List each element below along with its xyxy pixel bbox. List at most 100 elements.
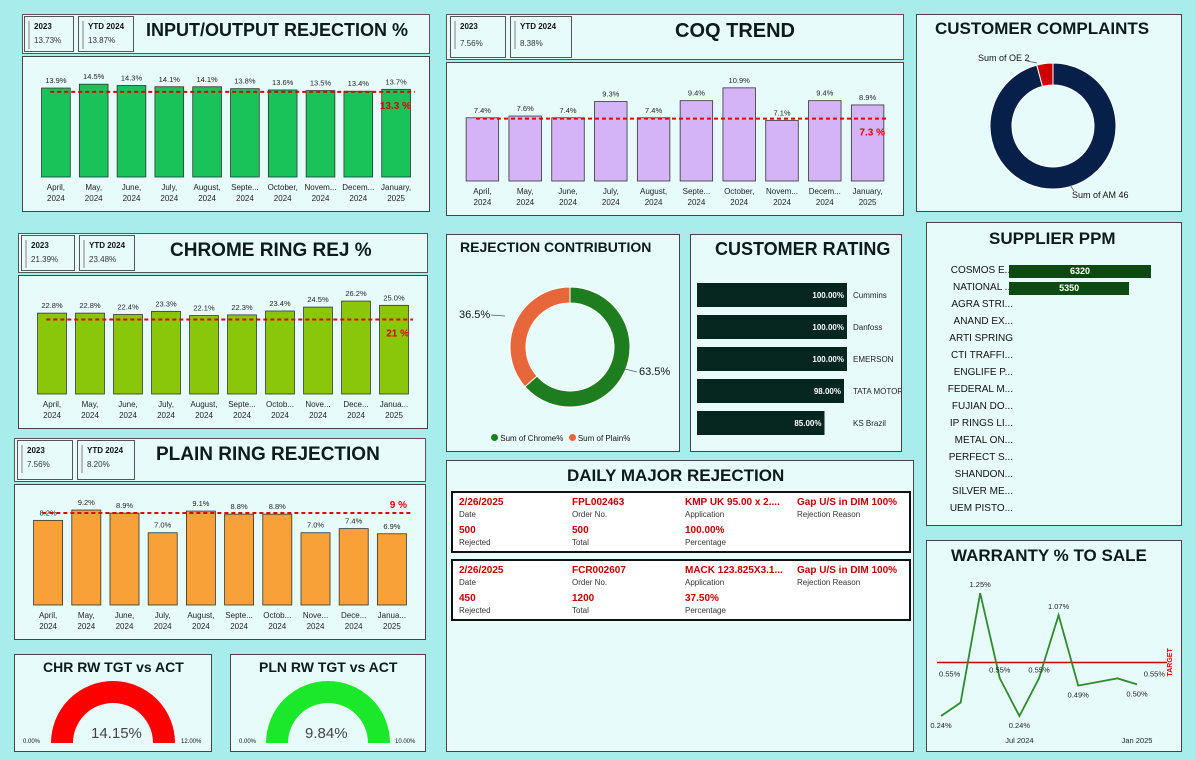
tick-label-8: Dece...	[343, 400, 368, 409]
tick-label-4: August,	[640, 187, 667, 196]
rejection-contribution-title: REJECTION CONTRIBUTION	[460, 239, 652, 255]
pln-gauge-panel: PLN RW TGT vs ACT 9.84% 0.00% 10.00%	[230, 654, 426, 752]
row-rejected: 500	[459, 525, 476, 536]
caption-reason: Rejection Reason	[797, 578, 861, 587]
chrome-title: CHROME RING REJ %	[170, 240, 372, 261]
tick-label-0: April,	[39, 611, 57, 620]
bar-3	[151, 310, 181, 395]
bar-8	[343, 90, 374, 178]
bar-0	[33, 519, 64, 606]
legend-plain-dot	[568, 434, 576, 441]
data-label-4: 7.4%	[645, 106, 662, 115]
daily-major-rejection-panel: DAILY MAJOR REJECTION 2/26/2025 Date FPL00…	[446, 460, 914, 752]
kpi-label: YTD 2024	[89, 241, 126, 250]
tick-label-year-2: 2024	[119, 411, 137, 420]
x-tick-10: Jan 2025	[1122, 736, 1153, 745]
chr-gauge-min: 0.00%	[23, 739, 41, 745]
tick-label-year-7: 2024	[309, 411, 327, 420]
data-label-6: 8.8%	[269, 502, 286, 511]
tick-label-4: August,	[190, 400, 217, 409]
caption-total: Total	[572, 606, 589, 615]
data-label-3: 23.3%	[155, 299, 177, 308]
coq-chart: 7.4% April, 2024 7.6% May, 2024 7.4% June, 2024 9…	[465, 76, 889, 207]
ppm-supplier-label: METAL ON...	[954, 435, 1013, 446]
tick-label-year-9: 2025	[385, 411, 403, 420]
target-label: 13.3 %	[380, 101, 411, 112]
bar-8	[808, 100, 842, 182]
tick-label-year-2: 2024	[123, 194, 141, 203]
row-rejected: 450	[459, 593, 476, 604]
tick-label-year-0: 2024	[39, 622, 57, 631]
daily-major-rejection-title: DAILY MAJOR REJECTION	[567, 466, 785, 485]
coq-title: COQ TREND	[675, 20, 795, 42]
supplier-ppm-title: SUPPLIER PPM	[989, 229, 1116, 248]
ppm-supplier-label: NATIONAL ...	[952, 282, 1013, 293]
bar-6	[265, 310, 295, 395]
tick-label-9: Janua...	[380, 400, 408, 409]
tick-label-8: Dece...	[341, 611, 366, 620]
bar-1	[75, 312, 105, 395]
bar-5	[224, 513, 255, 606]
rating-value-4: 85.00%	[794, 419, 821, 428]
coq-kpi-2023: 2023 7.56%	[450, 16, 506, 58]
tick-label-1: May,	[78, 611, 95, 620]
ppm-supplier-label: PERFECT S...	[948, 452, 1013, 463]
bar-4	[189, 315, 219, 395]
tick-label-year-1: 2024	[516, 198, 534, 207]
rating-category-0: Cummins	[853, 291, 887, 300]
daily-rejection-row[interactable]: 2/26/2025 Date FCR002607 Order No. MACK 123.…	[451, 559, 911, 621]
tick-label-year-8: 2024	[345, 622, 363, 631]
tick-label-9: January,	[853, 187, 883, 196]
tick-label-year-5: 2024	[688, 198, 706, 207]
data-label-5: 0.55%	[1028, 665, 1050, 674]
bar-3	[147, 532, 178, 606]
bar-9	[376, 533, 407, 606]
tick-label-8: Decem...	[809, 187, 841, 196]
row-order: FPL002463	[572, 497, 625, 508]
tick-label-4: August,	[187, 611, 214, 620]
data-label-3: 14.1%	[159, 75, 181, 84]
caption-date: Date	[459, 578, 476, 587]
kpi-value: 23.48%	[89, 255, 117, 264]
tick-label-year-2: 2024	[116, 622, 134, 631]
io-rejection-chart: 13.9% April, 2024 14.5% May, 2024 14.3% June, 20…	[41, 72, 415, 203]
tick-label-0: April,	[473, 187, 491, 196]
tick-label-year-5: 2024	[233, 411, 251, 420]
tick-label-year-7: 2024	[307, 622, 325, 631]
ppm-supplier-label: SHANDON...	[954, 469, 1013, 480]
tick-label-year-5: 2024	[236, 194, 254, 203]
ppm-supplier-label: IP RINGS LI...	[949, 418, 1013, 429]
bar-3	[594, 101, 628, 182]
ppm-supplier-label: COSMOS E...	[950, 265, 1013, 276]
ppm-supplier-label: FUJIAN DO...	[951, 401, 1013, 412]
rejection-contribution-donut	[490, 286, 638, 408]
caption-date: Date	[459, 510, 476, 519]
row-app: KMP UK 95.00 x 2....	[685, 497, 780, 508]
ppm-supplier-label: AGRA STRI...	[951, 299, 1013, 310]
tick-label-5: Septe...	[225, 611, 253, 620]
tick-label-year-3: 2024	[157, 411, 175, 420]
data-label-0: 13.9%	[45, 76, 67, 85]
io-rejection-chart-panel: 13.9% April, 2024 14.5% May, 2024 14.3% June, 20…	[22, 56, 430, 212]
tick-label-5: Septe...	[228, 400, 256, 409]
target-label: 21 %	[386, 329, 409, 340]
kpi-label: YTD 2024	[520, 22, 557, 31]
customer-complaints-title: CUSTOMER COMPLAINTS	[935, 19, 1150, 38]
tick-label-year-9: 2025	[383, 622, 401, 631]
tick-label-2: June,	[558, 187, 578, 196]
rating-value-2: 100.00%	[812, 355, 844, 364]
ppm-supplier-label: ARTI SPRING	[949, 333, 1013, 344]
rating-category-4: KS Brazil	[853, 419, 886, 428]
tick-label-0: April,	[47, 183, 65, 192]
data-label-0: 22.8%	[41, 301, 63, 310]
chrome-kpi-2023: 2023 21.39%	[21, 235, 75, 271]
chr-gauge-title: CHR RW TGT vs ACT	[43, 659, 184, 675]
customer-rating-title: CUSTOMER RATING	[715, 239, 891, 259]
data-label-9: 13.7%	[385, 77, 407, 86]
daily-rejection-row[interactable]: 2/26/2025 Date FPL002463 Order No. KMP UK 95…	[451, 491, 911, 553]
tick-label-2: June,	[115, 611, 135, 620]
rating-category-3: TATA MOTORS	[853, 387, 901, 396]
caption-order: Order No.	[572, 578, 608, 587]
tick-label-6: Octob...	[263, 611, 291, 620]
kpi-label: YTD 2024	[87, 446, 124, 455]
